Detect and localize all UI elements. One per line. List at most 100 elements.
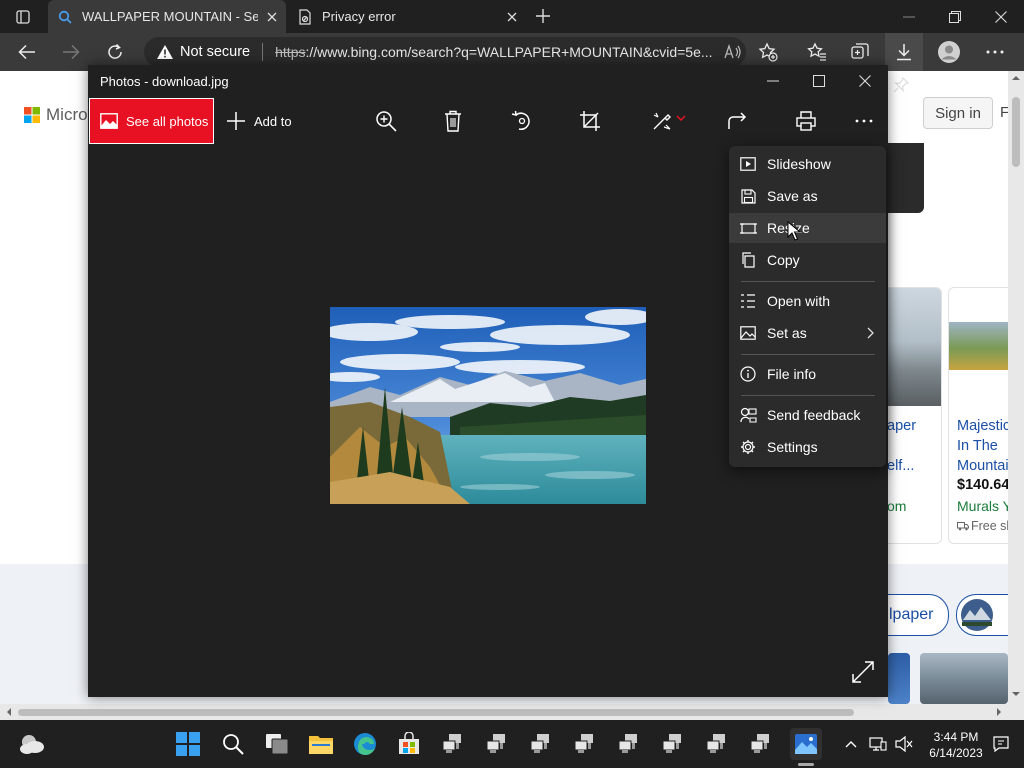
network-app-button[interactable]: [657, 728, 689, 760]
product-title-2[interactable]: elf...: [887, 456, 914, 476]
scroll-left-icon[interactable]: [2, 704, 16, 720]
collections-button[interactable]: [845, 37, 875, 67]
sign-in-button[interactable]: Sign in: [923, 97, 993, 129]
share-icon: [728, 112, 747, 129]
image-thumbnail[interactable]: [888, 653, 910, 704]
volume-muted-icon[interactable]: [888, 728, 920, 760]
truck-icon: [957, 522, 969, 531]
chevron-right-icon: [867, 327, 874, 339]
start-button[interactable]: [172, 728, 204, 760]
network-app-button[interactable]: [701, 728, 733, 760]
share-button[interactable]: [718, 101, 758, 141]
menu-separator: [741, 281, 875, 282]
star-add-icon: [758, 42, 778, 62]
pin-icon[interactable]: [888, 72, 914, 98]
task-view-button[interactable]: [261, 728, 293, 760]
network-app-button[interactable]: [613, 728, 645, 760]
forward-button[interactable]: [56, 37, 86, 67]
menu-item-resize[interactable]: Resize: [729, 213, 886, 243]
profile-button[interactable]: [934, 37, 964, 67]
add-to-button[interactable]: Add to: [226, 99, 292, 143]
edge-button[interactable]: [349, 728, 381, 760]
read-aloud-button[interactable]: [718, 37, 748, 67]
favorites-button[interactable]: [802, 37, 832, 67]
new-tab-button[interactable]: [528, 1, 558, 31]
more-options-button[interactable]: [844, 101, 884, 141]
photos-app-button[interactable]: [790, 728, 822, 760]
back-button[interactable]: [12, 37, 42, 67]
minimize-button[interactable]: [886, 0, 932, 33]
network-app-button[interactable]: [569, 728, 601, 760]
downloads-button[interactable]: [885, 33, 923, 71]
photos-minimize-button[interactable]: [750, 65, 796, 97]
pill-label: lpaper: [889, 606, 934, 623]
page-horizontal-scrollbar[interactable]: [0, 704, 1024, 720]
not-secure-label[interactable]: Not secure: [180, 44, 250, 60]
notifications-button[interactable]: [985, 728, 1017, 760]
crop-button[interactable]: [570, 101, 610, 141]
store-button[interactable]: [393, 728, 425, 760]
product-title-3[interactable]: Mountai: [957, 456, 1009, 476]
network-app-button[interactable]: [481, 728, 513, 760]
settings-more-button[interactable]: [980, 37, 1010, 67]
scroll-right-icon[interactable]: [992, 704, 1006, 720]
shipping-label: Free sl: [957, 519, 1009, 533]
menu-item-send-feedback[interactable]: Send feedback: [729, 400, 886, 430]
network-app-button[interactable]: [525, 728, 557, 760]
network-computers-icon: [486, 734, 505, 753]
menu-item-set-as[interactable]: Set as: [729, 318, 886, 348]
scrollbar-thumb[interactable]: [18, 709, 854, 716]
windows-taskbar: 3:44 PM 6/14/2023: [0, 720, 1024, 768]
page-vertical-scrollbar[interactable]: [1008, 71, 1024, 704]
product-title[interactable]: aper: [887, 416, 916, 436]
menu-item-file-info[interactable]: File info: [729, 359, 886, 389]
image-thumbnail[interactable]: [920, 653, 1008, 704]
menu-item-slideshow[interactable]: Slideshow: [729, 149, 886, 179]
see-all-photos-button[interactable]: See all photos: [89, 98, 214, 144]
weather-widget[interactable]: [16, 728, 48, 760]
product-title-2[interactable]: In The: [957, 436, 998, 456]
edit-button[interactable]: [644, 101, 694, 141]
refresh-button[interactable]: [100, 37, 130, 67]
close-window-button[interactable]: [978, 0, 1024, 33]
print-button[interactable]: [786, 101, 826, 141]
file-explorer-button[interactable]: [305, 728, 337, 760]
url-text[interactable]: https://www.bing.com/search?q=WALLPAPER+…: [275, 44, 715, 60]
close-tab-icon[interactable]: [258, 3, 286, 31]
add-favorite-button[interactable]: [753, 37, 783, 67]
mountain-lake-photo[interactable]: [330, 307, 646, 504]
restore-button[interactable]: [932, 0, 978, 33]
address-bar[interactable]: Not secure https://www.bing.com/search?q…: [144, 37, 746, 67]
menu-item-settings[interactable]: Settings: [729, 432, 886, 462]
photos-maximize-button[interactable]: [796, 65, 842, 97]
photos-close-button[interactable]: [842, 65, 888, 97]
tab-title: Privacy error: [322, 9, 396, 24]
tab-wallpaper-search[interactable]: WALLPAPER MOUNTAIN - Search: [48, 0, 286, 33]
product-title[interactable]: Majestic: [957, 416, 1010, 436]
tab-privacy-error[interactable]: Privacy error: [288, 0, 526, 33]
plus-icon: [227, 112, 245, 130]
scroll-down-icon[interactable]: [1008, 687, 1024, 701]
menu-item-open-with[interactable]: Open with: [729, 286, 886, 316]
warning-icon[interactable]: [156, 44, 174, 60]
tab-actions-button[interactable]: [8, 2, 38, 32]
system-clock[interactable]: 3:44 PM 6/14/2023: [927, 729, 985, 761]
taskbar-search-button[interactable]: [217, 728, 249, 760]
scrollbar-thumb[interactable]: [1012, 97, 1020, 167]
full-screen-icon[interactable]: [852, 661, 876, 685]
microsoft-logo[interactable]: Micros: [24, 105, 96, 125]
menu-item-save-as[interactable]: Save as: [729, 181, 886, 211]
network-app-button[interactable]: [437, 728, 469, 760]
network-computers-icon: [750, 734, 769, 753]
active-app-indicator: [798, 763, 814, 766]
menu-item-copy[interactable]: Copy: [729, 245, 886, 275]
read-aloud-icon: [724, 44, 741, 59]
scroll-up-icon[interactable]: [1008, 71, 1024, 85]
rotate-button[interactable]: [502, 101, 542, 141]
zoom-button[interactable]: [366, 101, 406, 141]
network-app-button[interactable]: [745, 728, 777, 760]
gear-icon: [729, 439, 767, 455]
close-tab-icon[interactable]: [498, 3, 526, 31]
close-icon: [859, 75, 871, 87]
delete-button[interactable]: [433, 101, 473, 141]
